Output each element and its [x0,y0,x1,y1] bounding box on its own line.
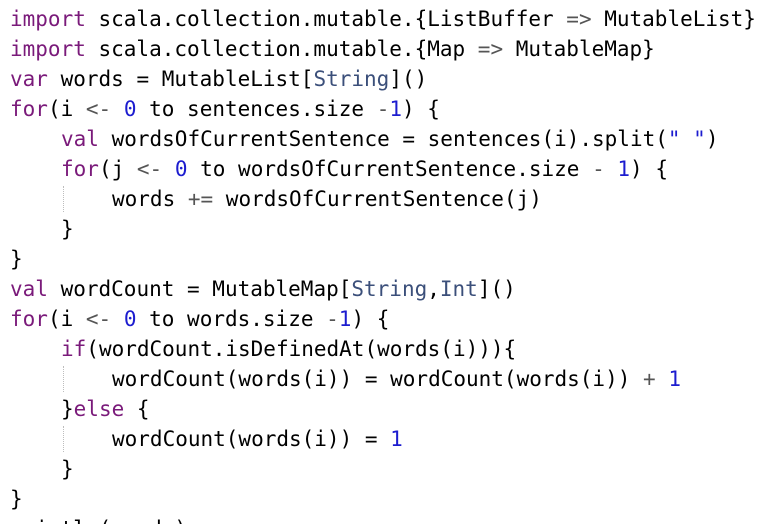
code-token: - [592,157,605,181]
code-token: ]() [477,277,516,301]
code-token: for [10,97,48,121]
code-token: 1 [389,97,403,121]
code-token: ) { [351,307,390,331]
code-token: to sentences.size [136,97,377,121]
code-token: 0 [123,97,137,121]
code-token: => [477,37,504,61]
code-token: var [10,67,48,91]
code-line: for(j <- 0 to wordsOfCurrentSentence.siz… [61,154,668,184]
code-token: wordCount = MutableMap[ [47,277,352,301]
code-token: to wordsOfCurrentSentence.size [187,157,593,181]
code-token: to words.size [136,307,327,331]
code-token: ) [705,127,719,151]
code-token: <- [85,307,112,331]
code-token: { [124,397,150,421]
code-line: val wordsOfCurrentSentence = sentences(i… [61,124,718,154]
code-token: val [61,127,99,151]
code-token: 1 [338,307,352,331]
code-token: wordCount(words(i)) = wordCount(words(i)… [112,367,644,391]
code-token: } [61,397,74,421]
code-token: String [351,277,428,301]
indent-guide [63,186,64,212]
code-token: Int [439,277,478,301]
code-token: println(words) [10,517,187,524]
code-token: MutableMap} [503,37,655,61]
code-token: MutableList} [591,7,756,31]
code-line: import scala.collection.mutable.{ListBuf… [10,4,756,34]
code-token: scala.collection.mutable.{ListBuffer [85,7,567,31]
code-line: } [61,214,74,244]
code-token: 1 [617,157,631,181]
code-token: wordsOfCurrentSentence(j) [213,187,542,211]
code-token: ]() [389,67,428,91]
code-token: " " [667,127,706,151]
code-token: <- [136,157,163,181]
code-token: import [10,37,86,61]
indent-guide [63,426,64,452]
code-line: } [10,484,23,514]
code-token: - [376,97,390,121]
code-token: - [326,307,339,331]
code-token: 1 [390,427,403,451]
code-token: += [187,187,214,211]
code-token: (i [47,97,86,121]
code-line: wordCount(words(i)) = 1 [112,424,403,454]
code-token: words = MutableList[ [47,67,314,91]
code-token: 1 [668,367,681,391]
code-token: 0 [174,157,188,181]
code-line: } [10,244,23,274]
code-line: for(i <- 0 to words.size -1) { [10,304,389,334]
code-line: for(i <- 0 to sentences.size -1) { [10,94,440,124]
code-line: import scala.collection.mutable.{Map => … [10,34,655,64]
code-line: println(words) [10,514,187,524]
code-token: String [313,67,390,91]
code-line: words += wordsOfCurrentSentence(j) [112,184,542,214]
code-token: + [643,367,656,391]
code-token: wordsOfCurrentSentence = sentences(i).sp… [98,127,668,151]
code-line: var words = MutableList[String]() [10,64,427,94]
code-token: ) { [402,97,440,121]
code-editor[interactable]: import scala.collection.mutable.{ListBuf… [0,0,782,524]
code-line: if(wordCount.isDefinedAt(words(i))){ [61,334,516,364]
code-token: } [61,217,74,241]
code-token: words [112,187,188,211]
code-token: else [73,397,125,421]
code-token: <- [85,97,112,121]
code-token: for [10,307,48,331]
indent-guide [63,366,64,392]
code-token: (j [98,157,137,181]
code-token: val [10,277,48,301]
code-line: wordCount(words(i)) = wordCount(words(i)… [112,364,681,394]
code-line: } [61,454,74,484]
code-line: }else { [61,394,150,424]
code-token: 0 [123,307,137,331]
code-token: } [10,247,23,271]
code-line: val wordCount = MutableMap[String,Int]() [10,274,516,304]
code-token: if [61,337,87,361]
code-token: } [10,487,23,511]
code-token: for [61,157,99,181]
code-token: => [566,7,592,31]
code-token: import [10,7,86,31]
code-token: wordCount(words(i)) = [112,427,391,451]
code-token: ) { [630,157,668,181]
code-token: } [61,457,74,481]
code-token: , [427,277,440,301]
code-token: (wordCount.isDefinedAt(words(i))){ [86,337,517,361]
code-token: (i [47,307,86,331]
code-token: scala.collection.mutable.{Map [85,37,478,61]
